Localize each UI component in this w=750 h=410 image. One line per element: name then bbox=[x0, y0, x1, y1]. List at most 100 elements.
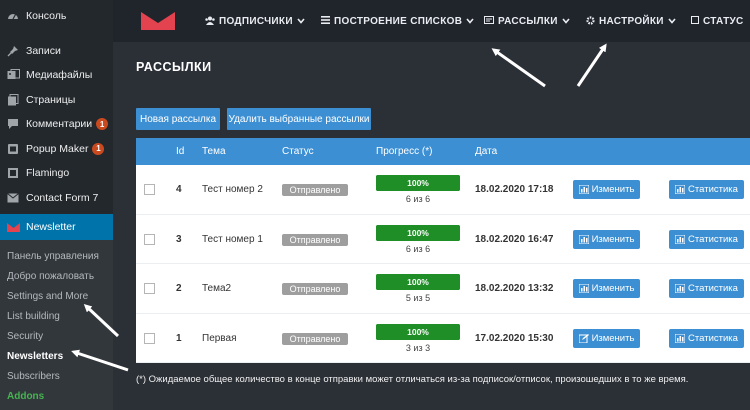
edit-button[interactable]: Изменить bbox=[573, 279, 640, 298]
newsletter-icon bbox=[6, 220, 20, 234]
row-date: 18.02.2020 17:18 bbox=[475, 184, 554, 195]
nav-status[interactable]: СТАТУС bbox=[691, 13, 744, 29]
sidebar-item-posts[interactable]: Записи bbox=[0, 39, 113, 64]
progress-footnote: (*) Ожидаемое общее количество в конце о… bbox=[136, 374, 689, 385]
sidebar-item-label: Медиафайлы bbox=[26, 69, 93, 82]
statistics-label: Статистика bbox=[688, 184, 738, 195]
new-newsletter-button[interactable]: Новая рассылка bbox=[136, 108, 220, 130]
statistics-button[interactable]: Статистика bbox=[669, 328, 744, 348]
nav-newsletters[interactable]: РАССЫЛКИ bbox=[484, 13, 570, 29]
edit-button[interactable]: Изменить bbox=[573, 180, 640, 199]
submenu-item-list-building[interactable]: List building bbox=[0, 306, 113, 326]
delete-selected-button[interactable]: Удалить выбранные рассылки bbox=[227, 108, 371, 130]
chevron-down-icon bbox=[297, 16, 305, 26]
row-id: 3 bbox=[176, 233, 182, 245]
notification-badge: 1 bbox=[92, 142, 105, 155]
row-checkbox[interactable] bbox=[144, 233, 155, 245]
sidebar-item-popup-maker[interactable]: Popup Maker 1 bbox=[0, 137, 113, 162]
plugin-top-nav: ПОДПИСЧИКИ ПОСТРОЕНИЕ СПИСКОВ РАССЫЛКИ Н… bbox=[113, 0, 750, 42]
sidebar-item-label: Комментарии bbox=[26, 118, 93, 131]
progress-percent: 100% bbox=[407, 178, 429, 188]
sidebar-item-label: Contact Form 7 bbox=[26, 191, 99, 204]
edit-icon bbox=[578, 333, 589, 343]
statistics-button[interactable]: Статистика bbox=[669, 229, 744, 249]
statistics-button[interactable]: Статистика bbox=[669, 180, 744, 199]
submenu-item-dashboard[interactable]: Панель управления bbox=[0, 246, 113, 266]
row-checkbox[interactable] bbox=[144, 184, 155, 195]
sidebar-item-label: Flamingo bbox=[26, 167, 70, 180]
submenu-item-subscribers[interactable]: Subscribers bbox=[0, 366, 113, 386]
nav-label: ПОСТРОЕНИЕ СПИСКОВ bbox=[334, 15, 463, 27]
header-progress[interactable]: Прогресс (*) bbox=[376, 146, 432, 157]
nav-subscribers[interactable]: ПОДПИСЧИКИ bbox=[205, 13, 305, 29]
submenu-item-settings[interactable]: Settings and More bbox=[0, 286, 113, 306]
newsletter-logo-icon[interactable] bbox=[141, 12, 175, 30]
progress-bar: 100% bbox=[376, 224, 460, 241]
progress-count: 6 из 6 bbox=[405, 194, 431, 204]
popup-icon bbox=[6, 142, 20, 156]
edit-label: Изменить bbox=[591, 184, 635, 195]
chart-bar-icon bbox=[578, 234, 589, 244]
chevron-down-icon bbox=[466, 16, 474, 26]
status-badge: Отправлено bbox=[282, 184, 348, 196]
row-date: 18.02.2020 13:32 bbox=[475, 283, 554, 294]
newsletter-submenu: Панель управления Добро пожаловать Setti… bbox=[0, 240, 113, 410]
nav-list-building[interactable]: ПОСТРОЕНИЕ СПИСКОВ bbox=[321, 13, 474, 29]
chart-bar-icon bbox=[675, 333, 686, 343]
sidebar-item-newsletter[interactable]: Newsletter bbox=[0, 214, 113, 240]
progress-bar: 100% bbox=[376, 323, 460, 340]
row-checkbox[interactable] bbox=[144, 332, 155, 344]
nav-settings[interactable]: НАСТРОЙКИ bbox=[586, 13, 676, 29]
progress-percent: 100% bbox=[407, 326, 429, 337]
table-header: Id Тема Статус Прогресс (*) Дата bbox=[136, 138, 750, 165]
edit-button[interactable]: Изменить bbox=[573, 328, 640, 348]
gear-icon bbox=[586, 15, 595, 27]
statistics-button[interactable]: Статистика bbox=[669, 279, 744, 298]
submenu-item-newsletters[interactable]: Newsletters bbox=[0, 346, 113, 366]
sidebar-item-contact-form[interactable]: Contact Form 7 bbox=[0, 186, 113, 211]
progress-cell: 100% 6 из 6 bbox=[376, 175, 460, 204]
sidebar-item-label: Newsletter bbox=[26, 221, 76, 233]
row-id: 1 bbox=[176, 332, 182, 344]
status-badge: Отправлено bbox=[282, 283, 348, 295]
submenu-item-addons[interactable]: Addons bbox=[0, 386, 113, 406]
header-subject[interactable]: Тема bbox=[202, 146, 226, 157]
chart-bar-icon bbox=[578, 185, 589, 194]
row-checkbox[interactable] bbox=[144, 283, 155, 294]
page-title: РАССЫЛКИ bbox=[136, 60, 212, 74]
edit-label: Изменить bbox=[591, 283, 635, 294]
sidebar-item-comments[interactable]: Комментарии 1 bbox=[0, 112, 113, 137]
header-status[interactable]: Статус bbox=[282, 146, 314, 157]
sidebar-item-console[interactable]: Консоль bbox=[0, 4, 113, 29]
row-date: 18.02.2020 16:47 bbox=[475, 233, 554, 245]
submenu-item-welcome[interactable]: Добро пожаловать bbox=[0, 266, 113, 286]
row-subject: Тест номер 1 bbox=[202, 233, 263, 245]
mail-icon bbox=[6, 191, 20, 205]
newsletters-table: Id Тема Статус Прогресс (*) Дата 4 Тест … bbox=[136, 138, 750, 363]
sidebar-item-label: Записи bbox=[26, 44, 61, 57]
sidebar-item-flamingo[interactable]: Flamingo bbox=[0, 161, 113, 186]
progress-bar: 100% bbox=[376, 274, 460, 290]
progress-count: 3 из 3 bbox=[405, 342, 431, 353]
header-date[interactable]: Дата bbox=[475, 146, 497, 157]
row-subject: Тема2 bbox=[202, 283, 232, 294]
submenu-item-security[interactable]: Security bbox=[0, 326, 113, 346]
statistics-label: Статистика bbox=[688, 332, 738, 344]
nav-label: НАСТРОЙКИ bbox=[599, 15, 664, 27]
square-icon bbox=[691, 16, 699, 26]
admin-sidebar: Консоль Записи Медиафайлы Страницы Комме… bbox=[0, 0, 113, 410]
active-menu-pointer bbox=[113, 205, 121, 221]
edit-label: Изменить bbox=[591, 332, 635, 344]
sidebar-item-pages[interactable]: Страницы bbox=[0, 88, 113, 113]
list-icon bbox=[321, 16, 330, 26]
sidebar-item-media[interactable]: Медиафайлы bbox=[0, 63, 113, 88]
sidebar-item-label: Консоль bbox=[26, 10, 67, 23]
arrow-to-settings-menu bbox=[576, 43, 607, 87]
statistics-label: Статистика bbox=[688, 283, 738, 294]
edit-button[interactable]: Изменить bbox=[573, 229, 640, 249]
row-id: 2 bbox=[176, 283, 182, 294]
progress-percent: 100% bbox=[407, 277, 429, 287]
status-badge: Отправлено bbox=[282, 233, 348, 246]
header-id[interactable]: Id bbox=[176, 146, 184, 157]
progress-cell: 100% 5 из 5 bbox=[376, 274, 460, 303]
